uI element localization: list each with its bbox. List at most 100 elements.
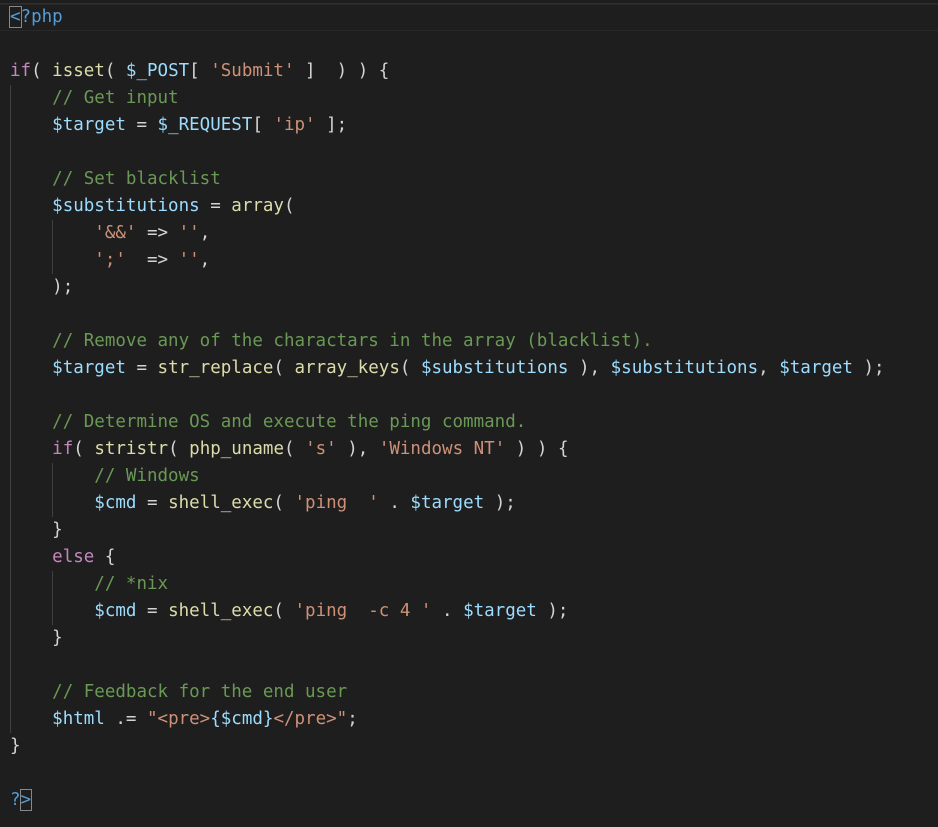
code-token: , <box>199 250 211 270</box>
code-line[interactable]: $cmd = shell_exec( 'ping -c 4 ' . $targe… <box>10 598 938 625</box>
indent-guide <box>10 544 11 571</box>
indent-guide <box>10 706 11 733</box>
code-line[interactable]: ?> <box>10 787 938 814</box>
code-token: > <box>19 789 33 811</box>
indent-guide <box>10 274 11 301</box>
code-token: => <box>136 223 179 243</box>
code-line[interactable]: // Determine OS and execute the ping com… <box>10 409 938 436</box>
code-token: . <box>378 493 411 513</box>
code-line[interactable]: } <box>10 517 938 544</box>
code-line[interactable]: $html .= "<pre>{$cmd}</pre>"; <box>10 706 938 733</box>
code-line[interactable] <box>10 652 938 679</box>
indent-guide <box>52 247 54 274</box>
code-token: $cmd <box>94 493 137 513</box>
code-line[interactable]: // *nix <box>10 571 938 598</box>
code-token: ), <box>568 358 611 378</box>
code-line[interactable]: else { <box>10 544 938 571</box>
code-token: $substitutions <box>610 358 759 378</box>
code-token: // Windows <box>94 466 200 486</box>
code-token: shell_exec <box>168 601 274 621</box>
code-token: 'Submit' <box>210 61 295 81</box>
code-token: shell_exec <box>168 493 274 513</box>
indent-guide <box>10 355 11 382</box>
code-line[interactable]: $substitutions = array( <box>10 193 938 220</box>
code-line[interactable] <box>10 760 938 787</box>
code-line[interactable] <box>10 31 938 58</box>
code-line[interactable] <box>10 139 938 166</box>
code-line[interactable] <box>10 382 938 409</box>
code-token: => <box>125 250 179 270</box>
code-line[interactable]: <?php <box>9 4 938 31</box>
code-token: $html <box>52 709 105 729</box>
code-token: $substitutions <box>52 196 200 216</box>
code-line[interactable]: // Remove any of the charactars in the a… <box>10 328 938 355</box>
code-token: [ <box>189 61 211 81</box>
code-token: ; <box>347 709 358 729</box>
indent-guide <box>10 166 11 193</box>
code-token: 's' <box>305 439 337 459</box>
code-token: , <box>199 223 211 243</box>
code-line[interactable]: if( stristr( php_uname( 's' ), 'Windows … <box>10 436 938 463</box>
code-token: $target <box>410 493 485 513</box>
code-token: ';' <box>94 250 126 270</box>
code-token: . <box>431 601 464 621</box>
indent-guide <box>10 247 11 274</box>
code-token: ( <box>31 61 53 81</box>
code-token: ] ) ) { <box>294 61 390 81</box>
indent-guide <box>10 517 11 544</box>
code-token: // Feedback for the end user <box>52 682 348 702</box>
code-line[interactable]: // Set blacklist <box>10 166 938 193</box>
code-line[interactable]: ';' => '', <box>10 247 938 274</box>
indent-guide <box>10 409 11 436</box>
code-line[interactable]: $target = $_REQUEST[ 'ip' ]; <box>10 112 938 139</box>
code-token: < <box>9 6 22 28</box>
code-token: ( <box>273 358 295 378</box>
code-token: = <box>136 601 169 621</box>
code-token: ), <box>336 439 379 459</box>
indent-guide <box>10 193 11 220</box>
indent-guide <box>52 598 54 625</box>
code-line[interactable]: } <box>10 625 938 652</box>
code-token: } <box>52 520 63 540</box>
code-token: stristr <box>94 439 169 459</box>
indent-guide <box>10 652 11 679</box>
code-token: ( <box>273 493 295 513</box>
code-editor[interactable]: <?php if( isset( $_POST[ 'Submit' ] ) ) {… <box>9 4 938 814</box>
indent-guide <box>10 679 11 706</box>
code-token: if <box>10 61 32 81</box>
code-line[interactable]: $target = str_replace( array_keys( $subs… <box>10 355 938 382</box>
code-token: ); <box>484 493 516 513</box>
indent-guide <box>10 382 11 409</box>
indent-guide <box>10 436 11 463</box>
code-line[interactable]: $cmd = shell_exec( 'ping ' . $target ); <box>10 490 938 517</box>
code-token: .= <box>104 709 147 729</box>
code-line[interactable]: '&&' => '', <box>10 220 938 247</box>
code-token: "<pre> <box>147 709 211 729</box>
code-token: ( <box>73 439 95 459</box>
code-line[interactable]: ); <box>10 274 938 301</box>
code-line[interactable]: } <box>10 733 938 760</box>
code-token: ( <box>283 196 295 216</box>
indent-guide <box>10 139 11 166</box>
code-token: 'Windows NT' <box>378 439 506 459</box>
code-token: [ <box>252 115 274 135</box>
code-line[interactable]: if( isset( $_POST[ 'Submit' ] ) ) { <box>10 58 938 85</box>
code-line[interactable] <box>10 301 938 328</box>
code-token: ); <box>52 277 74 297</box>
code-line[interactable]: // Get input <box>10 85 938 112</box>
code-line[interactable]: // Feedback for the end user <box>10 679 938 706</box>
code-token: ) ) { <box>505 439 569 459</box>
code-token: {$cmd} <box>210 709 274 729</box>
code-line[interactable]: // Windows <box>10 463 938 490</box>
code-token: ? <box>10 790 21 810</box>
code-token: } <box>10 736 21 756</box>
indent-guide <box>52 490 54 517</box>
